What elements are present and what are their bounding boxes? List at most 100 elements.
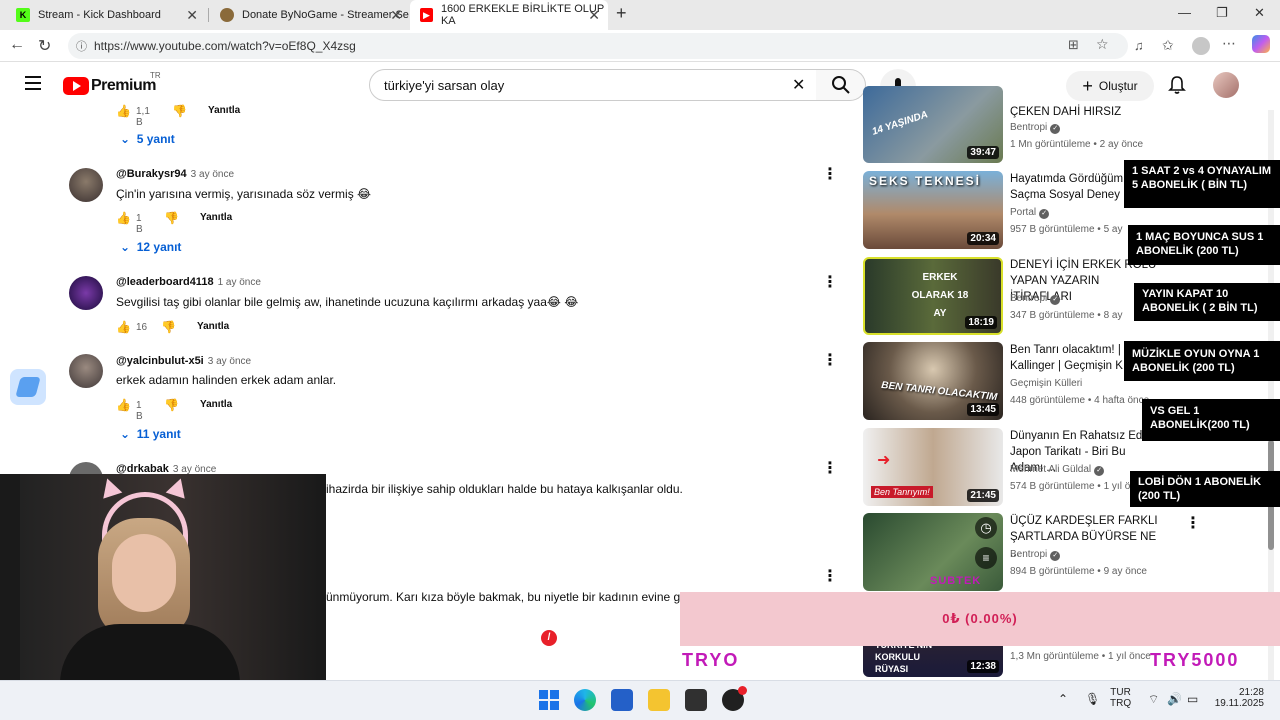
comment-menu-icon[interactable]: ⋮ (822, 272, 838, 292)
comment-avatar[interactable] (69, 354, 103, 388)
like-icon[interactable]: 👍 (116, 320, 131, 334)
new-tab-button[interactable]: + (616, 3, 627, 24)
channel-name[interactable]: Bentropi ✓ (1010, 122, 1061, 134)
comment-menu-icon[interactable]: ⋮ (822, 458, 838, 478)
like-icon[interactable]: 👍 (116, 104, 131, 118)
comment-avatar[interactable] (69, 168, 103, 202)
read-aloud-icon[interactable]: ♫ (1134, 38, 1144, 53)
like-icon[interactable]: 👍 (116, 398, 131, 412)
channel-name[interactable]: Bentropi ✓ (1010, 293, 1061, 305)
keyboard-layout: TRQ (1110, 698, 1132, 709)
tab-donate-bynogame[interactable]: Donate ByNoGame - Streamer Se ✕ (210, 0, 410, 30)
currency-watermark-left: TRYO (682, 650, 740, 670)
edge-icon[interactable] (574, 689, 596, 711)
maximize-icon[interactable]: ❐ (1216, 5, 1228, 21)
loading-spinner-icon: / (541, 630, 557, 646)
verified-icon: ✓ (1039, 209, 1050, 219)
add-to-queue-icon[interactable]: ≡ (975, 547, 997, 569)
video-duration: 13:45 (967, 403, 999, 416)
channel-name[interactable]: Bentropi ✓ (1010, 549, 1061, 561)
comment-menu-icon[interactable]: ⋮ (822, 164, 838, 184)
back-icon[interactable]: ← (9, 36, 25, 54)
video-meta: 1 Mn görüntüleme • 2 ay önce (1010, 139, 1144, 150)
menu-icon[interactable] (25, 76, 41, 90)
dislike-icon[interactable]: 👎 (161, 320, 176, 334)
dislike-icon[interactable]: 👎 (172, 104, 187, 118)
reply-button[interactable]: Yanıtla (200, 399, 232, 410)
tab-youtube-video[interactable]: ▶ 1600 ERKEKLE BİRLİKTE OLUP KA ✕ (410, 0, 608, 30)
close-icon[interactable]: ✕ (390, 7, 402, 24)
comment-text: Sevgilisi taş gibi olanlar bile gelmiş a… (116, 295, 579, 309)
store-icon[interactable] (611, 689, 633, 711)
video-thumbnail[interactable]: 14 YAŞINDA 39:47 (863, 86, 1003, 163)
close-icon[interactable]: ✕ (588, 7, 600, 24)
app-available-icon[interactable]: ⊞ (1068, 37, 1079, 53)
comment-author[interactable]: @Burakysr94 3 ay önce (116, 168, 234, 180)
video-thumbnail[interactable]: ERKEK OLARAK 18 AY 18:19 (863, 257, 1003, 335)
comment-author[interactable]: @leaderboard4118 1 ay önce (116, 276, 261, 288)
view-replies-button[interactable]: ⌄ 11 yanıt (120, 427, 181, 441)
bynogame-icon (220, 8, 234, 22)
battery-icon[interactable]: ▭ (1187, 692, 1198, 706)
currency-watermark-right: TRY5000 (1150, 650, 1240, 670)
tab-divider (208, 8, 209, 22)
close-icon[interactable]: ✕ (186, 7, 198, 24)
dislike-icon[interactable]: 👎 (164, 211, 179, 225)
profile-icon[interactable] (1192, 37, 1210, 55)
site-info-icon[interactable]: ⓘ (76, 38, 87, 54)
window-close-icon[interactable]: ✕ (1254, 5, 1265, 21)
like-count: 1,1 B (136, 106, 150, 128)
microphone-tray-icon[interactable]: 🎙 (1085, 692, 1100, 706)
sidebar-video[interactable]: ◷ ≡ ÜÇÜZ KARDEŞLER FARKLI ŞARTLARDA BÜYÜ… (863, 513, 1243, 591)
channel-name[interactable]: Geçmişin Külleri (1010, 378, 1082, 389)
floating-app-icon[interactable] (10, 369, 46, 405)
chevron-down-icon: ⌄ (120, 427, 131, 441)
minimize-icon[interactable]: — (1178, 5, 1191, 20)
file-explorer-icon[interactable] (648, 689, 670, 711)
comment-time[interactable]: 3 ay önce (191, 169, 234, 180)
channel-name[interactable]: Portal ✓ (1010, 207, 1050, 219)
comment-menu-icon[interactable]: ⋮ (822, 566, 838, 586)
reply-button[interactable]: Yanıtla (208, 105, 240, 116)
video-menu-icon[interactable]: ⋮ (1185, 513, 1201, 533)
channel-name[interactable]: Mehmet Ali Güldal ✓ (1010, 464, 1105, 476)
donation-progress-text: 0₺ (0.00%) (942, 611, 1018, 626)
favorite-star-icon[interactable]: ☆ (1096, 36, 1109, 53)
comment-avatar[interactable] (69, 276, 103, 310)
video-title[interactable]: ÇEKEN DAHİ HIRSIZ (1010, 104, 1160, 120)
comment-time[interactable]: 3 ay önce (208, 356, 251, 367)
comment-author[interactable]: @yalcinbulut-x5i 3 ay önce (116, 355, 251, 367)
view-replies-button[interactable]: ⌄ 5 yanıt (120, 132, 175, 146)
stream-goal-overlay: LOBİ DÖN 1 ABONELİK (200 TL) (1130, 471, 1280, 507)
refresh-icon[interactable]: ↻ (38, 36, 51, 56)
more-options-icon[interactable]: ⋯ (1222, 35, 1236, 52)
reply-button[interactable]: Yanıtla (197, 321, 229, 332)
video-thumbnail[interactable]: BEN TANRI OLACAKTIM 13:45 (863, 342, 1003, 420)
wifi-icon[interactable]: ⌔ (1148, 692, 1159, 707)
language-indicator[interactable]: TUR TRQ (1110, 687, 1131, 709)
start-icon[interactable] (538, 689, 560, 711)
copilot-icon[interactable] (1252, 35, 1270, 53)
watch-later-icon[interactable]: ◷ (975, 517, 997, 539)
chevron-down-icon: ⌄ (120, 132, 131, 146)
terminal-icon[interactable] (685, 689, 707, 711)
volume-icon[interactable]: 🔊 (1167, 692, 1182, 706)
sidebar-video[interactable]: 14 YAŞINDA 39:47 ÇEKEN DAHİ HIRSIZ Bentr… (863, 86, 1243, 164)
reply-button[interactable]: Yanıtla (200, 212, 232, 223)
address-bar[interactable]: ⓘ https://www.youtube.com/watch?v=oEf8Q_… (68, 33, 1128, 59)
tray-overflow-icon[interactable]: ⌃ (1058, 692, 1068, 706)
clear-search-icon[interactable]: ✕ (792, 75, 805, 95)
obs-icon[interactable] (722, 686, 747, 711)
dislike-icon[interactable]: 👎 (164, 398, 179, 412)
like-icon[interactable]: 👍 (116, 211, 131, 225)
comment-time[interactable]: 1 ay önce (218, 277, 261, 288)
video-thumbnail[interactable]: ➜ Ben Tanrıyım! 21:45 (863, 428, 1003, 506)
view-replies-button[interactable]: ⌄ 12 yanıt (120, 240, 181, 254)
tab-kick-dashboard[interactable]: K Stream - Kick Dashboard ✕ (6, 0, 206, 30)
clock[interactable]: 21:28 19.11.2025 (1214, 687, 1264, 709)
search-input[interactable]: türkiye'yi sarsan olay ✕ (369, 69, 817, 101)
comment-menu-icon[interactable]: ⋮ (822, 350, 838, 370)
search-button[interactable] (816, 69, 866, 101)
favorites-icon[interactable]: ✩ (1162, 37, 1174, 54)
video-thumbnail[interactable]: SEKS TEKNESİ 20:34 (863, 171, 1003, 249)
